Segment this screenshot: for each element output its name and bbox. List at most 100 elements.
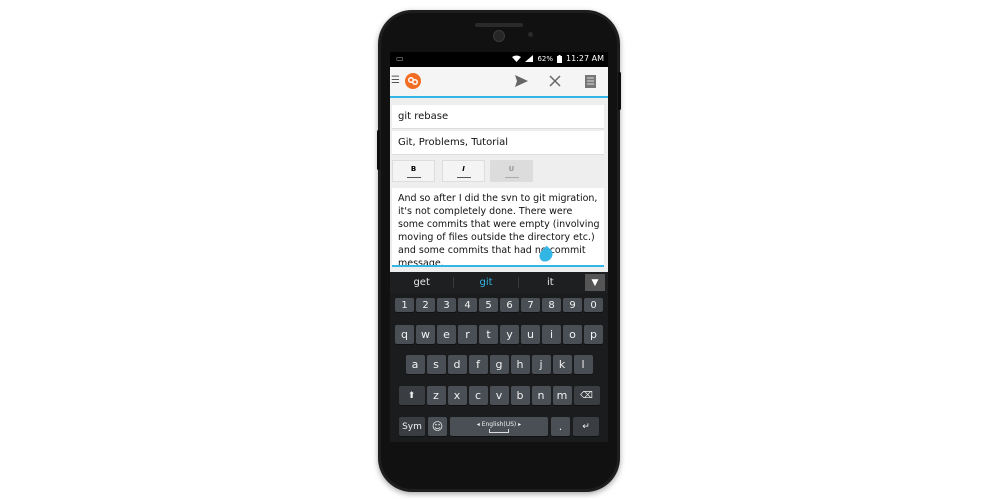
voicemail-icon: ▭ bbox=[396, 54, 404, 63]
discard-button[interactable] bbox=[545, 71, 565, 91]
key-h[interactable]: h bbox=[510, 355, 530, 374]
key-v[interactable]: v bbox=[489, 386, 509, 405]
sym-key[interactable]: Sym bbox=[399, 417, 425, 436]
send-icon bbox=[514, 75, 528, 87]
screen: ▭ 62% 11:27 AM ☰ git rebase Git, Problem… bbox=[390, 52, 608, 442]
bold-label: B bbox=[410, 164, 417, 173]
status-icons: 62% 11:27 AM bbox=[512, 54, 604, 63]
app-bar: ☰ bbox=[390, 67, 608, 98]
key-5[interactable]: 5 bbox=[479, 298, 498, 312]
bold-indicator bbox=[406, 176, 421, 178]
close-icon bbox=[549, 75, 561, 87]
battery-icon bbox=[557, 54, 563, 63]
letter-row-1: q w e r t y u i o p bbox=[390, 325, 608, 344]
period-key[interactable]: . bbox=[551, 417, 570, 436]
bottom-row: Sym ☺ ◂ English(US) ▸ . ↵ bbox=[390, 417, 608, 436]
shift-icon: ⬆ bbox=[407, 390, 416, 401]
key-t[interactable]: t bbox=[479, 325, 498, 344]
signal-icon bbox=[525, 55, 534, 62]
key-y[interactable]: y bbox=[500, 325, 519, 344]
wifi-icon bbox=[512, 55, 522, 62]
note-body-editor[interactable]: And so after I did the svn to git migrat… bbox=[392, 188, 604, 267]
language-label: ◂ English(US) ▸ bbox=[476, 420, 522, 428]
key-j[interactable]: j bbox=[531, 355, 551, 374]
note-body-text: And so after I did the svn to git migrat… bbox=[398, 193, 600, 267]
suggestion-bar: get git it ▼ bbox=[390, 272, 608, 293]
space-key[interactable]: ◂ English(US) ▸ bbox=[450, 417, 548, 436]
key-1[interactable]: 1 bbox=[395, 298, 414, 312]
chevron-down-icon: ▼ bbox=[591, 277, 599, 288]
suggestion-it[interactable]: it bbox=[519, 277, 582, 288]
key-k[interactable]: k bbox=[552, 355, 572, 374]
key-c[interactable]: c bbox=[468, 386, 488, 405]
key-u[interactable]: u bbox=[521, 325, 540, 344]
key-9[interactable]: 9 bbox=[563, 298, 582, 312]
number-row: 1 2 3 4 5 6 7 8 9 0 bbox=[390, 298, 608, 312]
note-title: git rebase bbox=[398, 111, 449, 122]
underline-indicator bbox=[504, 176, 519, 178]
key-8[interactable]: 8 bbox=[542, 298, 561, 312]
key-z[interactable]: z bbox=[426, 386, 446, 405]
italic-label: I bbox=[462, 164, 465, 173]
key-g[interactable]: g bbox=[489, 355, 509, 374]
italic-button[interactable]: I bbox=[442, 160, 485, 182]
emoji-key[interactable]: ☺ bbox=[428, 417, 447, 436]
key-p[interactable]: p bbox=[584, 325, 603, 344]
menu-icon[interactable]: ☰ bbox=[391, 75, 400, 86]
underline-label: U bbox=[508, 164, 515, 173]
shift-key[interactable]: ⬆ bbox=[398, 386, 425, 405]
enter-key[interactable]: ↵ bbox=[573, 417, 599, 436]
key-a[interactable]: a bbox=[405, 355, 425, 374]
proximity-sensor bbox=[528, 32, 533, 37]
space-icon bbox=[489, 428, 509, 433]
notebook-button[interactable] bbox=[580, 71, 600, 91]
key-e[interactable]: e bbox=[437, 325, 456, 344]
send-button[interactable] bbox=[511, 71, 531, 91]
italic-indicator bbox=[456, 176, 471, 178]
keyboard: 1 2 3 4 5 6 7 8 9 0 q w e r t y u i o p … bbox=[390, 293, 608, 442]
suggestion-get[interactable]: get bbox=[390, 277, 455, 288]
expand-suggestions-button[interactable]: ▼ bbox=[584, 274, 605, 291]
volume-button[interactable] bbox=[377, 130, 380, 170]
key-3[interactable]: 3 bbox=[437, 298, 456, 312]
key-6[interactable]: 6 bbox=[500, 298, 519, 312]
power-button[interactable] bbox=[618, 72, 621, 110]
key-4[interactable]: 4 bbox=[458, 298, 477, 312]
phone-frame: ▭ 62% 11:27 AM ☰ git rebase Git, Problem… bbox=[377, 10, 621, 492]
clock: 11:27 AM bbox=[566, 54, 604, 63]
key-r[interactable]: r bbox=[458, 325, 477, 344]
suggestion-git[interactable]: git bbox=[454, 277, 519, 288]
key-w[interactable]: w bbox=[416, 325, 435, 344]
tags-field[interactable]: Git, Problems, Tutorial bbox=[392, 131, 604, 155]
key-b[interactable]: b bbox=[510, 386, 530, 405]
key-0[interactable]: 0 bbox=[584, 298, 603, 312]
key-l[interactable]: l bbox=[573, 355, 593, 374]
key-s[interactable]: s bbox=[426, 355, 446, 374]
key-f[interactable]: f bbox=[468, 355, 488, 374]
bold-button[interactable]: B bbox=[392, 160, 435, 182]
status-bar: ▭ 62% 11:27 AM bbox=[390, 52, 608, 67]
earpiece-speaker bbox=[475, 23, 523, 27]
key-2[interactable]: 2 bbox=[416, 298, 435, 312]
key-q[interactable]: q bbox=[395, 325, 414, 344]
key-n[interactable]: n bbox=[531, 386, 551, 405]
key-m[interactable]: m bbox=[552, 386, 572, 405]
key-7[interactable]: 7 bbox=[521, 298, 540, 312]
letter-row-3: ⬆ z x c v b n m ⌫ bbox=[390, 386, 608, 405]
key-o[interactable]: o bbox=[563, 325, 582, 344]
front-camera bbox=[493, 30, 505, 42]
backspace-key[interactable]: ⌫ bbox=[573, 386, 600, 405]
note-tags: Git, Problems, Tutorial bbox=[398, 137, 509, 148]
enter-icon: ↵ bbox=[582, 421, 590, 432]
note-title-field[interactable]: git rebase bbox=[392, 105, 604, 129]
key-x[interactable]: x bbox=[447, 386, 467, 405]
smiley-icon: ☺ bbox=[431, 420, 444, 433]
backspace-icon: ⌫ bbox=[580, 390, 593, 401]
battery-percent: 62% bbox=[537, 54, 554, 63]
app-logo[interactable] bbox=[404, 72, 422, 90]
notes-icon bbox=[584, 74, 596, 88]
key-i[interactable]: i bbox=[542, 325, 561, 344]
underline-button[interactable]: U bbox=[490, 160, 533, 182]
key-d[interactable]: d bbox=[447, 355, 467, 374]
letter-row-2: a s d f g h j k l bbox=[390, 355, 608, 374]
